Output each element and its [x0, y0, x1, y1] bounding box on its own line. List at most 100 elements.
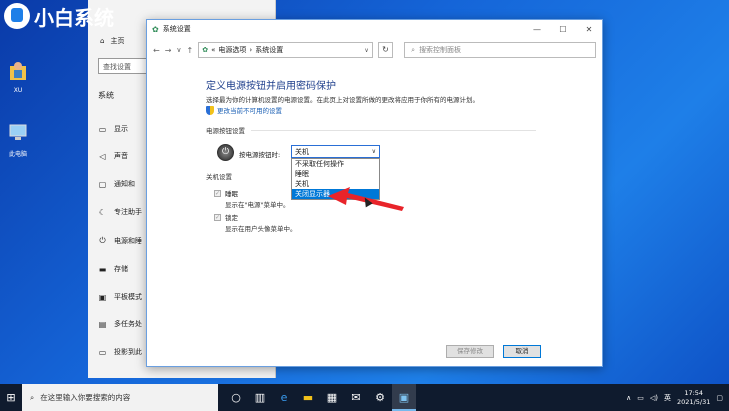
checkbox-icon: ✓ — [214, 189, 221, 197]
option-item[interactable]: 不采取任何操作 — [292, 159, 379, 169]
windows-start-icon[interactable]: ⊞ — [0, 384, 22, 411]
mail-icon[interactable]: ✉ — [344, 384, 368, 411]
task-view-icon[interactable]: ▥ — [248, 384, 272, 411]
section-heading: 电源按钮设置 — [206, 127, 245, 135]
search-icon: ⌕ — [411, 45, 416, 54]
watermark-text: 小白系统 — [34, 5, 114, 30]
clock-time: 17:54 — [684, 388, 704, 397]
clock-date: 2021/5/31 — [677, 397, 711, 406]
minimize-button[interactable]: — — [524, 25, 550, 34]
desktop-icon-computer[interactable]: 此电脑 — [0, 122, 36, 158]
sound-icon: ◁ — [99, 151, 106, 161]
section-divider — [251, 129, 536, 131]
cortana-icon[interactable]: ○ — [224, 384, 248, 411]
nav-item-label: 多任务处 — [114, 320, 142, 328]
clock[interactable]: 17:54 2021/5/31 — [677, 389, 710, 407]
nav-item-sound[interactable]: ◁ 声音 — [98, 151, 128, 161]
control-panel-icon: ✿ — [152, 24, 159, 34]
back-icon[interactable]: ← — [153, 46, 160, 55]
lock-checkbox[interactable]: ✓ 锁定 — [214, 212, 238, 222]
home-icon: ⌂ — [100, 37, 105, 45]
settings-gear-icon[interactable]: ⚙ — [368, 384, 392, 411]
checkbox-desc: 显示在用户头像菜单中。 — [225, 225, 297, 233]
cancel-button[interactable]: 取消 — [503, 345, 541, 358]
tablet-icon: ▣ — [98, 292, 107, 302]
nav-item-label: 投影到此 — [114, 348, 142, 356]
display-icon: ▭ — [98, 124, 107, 134]
power-button-select[interactable]: 关机 ∨ — [291, 145, 380, 158]
nav-item-focus-assist[interactable]: ☾ 专注助手 — [98, 207, 142, 217]
volume-icon[interactable]: ◁) — [650, 394, 658, 402]
settings-home[interactable]: ⌂ 主页 — [100, 36, 124, 46]
dialog-title: 系统设置 — [162, 25, 191, 33]
nav-item-power[interactable]: ⏻ 电源和睡 — [98, 236, 142, 246]
home-label: 主页 — [110, 37, 125, 45]
file-explorer-icon[interactable]: ▬ — [296, 384, 320, 411]
dialog-titlebar: ✿ 系统设置 — ☐ ✕ — [147, 20, 602, 38]
desktop-icon-label: 此电脑 — [8, 151, 27, 158]
multitask-icon: ▤ — [98, 319, 107, 329]
forward-icon[interactable]: → — [165, 46, 172, 55]
store-icon[interactable]: ▦ — [320, 384, 344, 411]
breadcrumb-item[interactable]: 电源选项 — [218, 45, 246, 55]
change-settings-label: 更改当前不可用的设置 — [217, 107, 282, 115]
control-panel-search[interactable]: ⌕ 搜索控制面板 — [404, 42, 596, 58]
nav-item-multitasking[interactable]: ▤ 多任务处 — [98, 319, 142, 329]
section-heading: 关机设置 — [206, 173, 232, 181]
up-folder-icon[interactable]: ↑ — [187, 46, 194, 55]
address-box[interactable]: ✿ « 电源选项 › 系统设置 ∨ — [198, 42, 373, 58]
taskbar-search-placeholder: 在这里输入你要搜索的内容 — [40, 393, 131, 402]
checkbox-label: 睡眠 — [225, 190, 238, 198]
change-settings-link[interactable]: 更改当前不可用的设置 — [206, 105, 282, 115]
chevron-down-icon[interactable]: ∨ — [361, 47, 371, 54]
nav-item-projecting[interactable]: ▭ 投影到此 — [98, 347, 142, 357]
desktop-icon-user[interactable]: XU — [0, 60, 36, 94]
shield-icon — [206, 105, 214, 115]
power-icon: ⏻ — [99, 236, 106, 245]
settings-section-title: 系统 — [98, 91, 114, 100]
power-icon: ⏻ — [217, 144, 234, 161]
checkbox-desc: 显示在"电源"菜单中。 — [225, 201, 290, 209]
taskbar: ⊞ ⌕ 在这里输入你要搜索的内容 ○ ▥ e ▬ ▦ ✉ ⚙ ▣ ∧ ▭ ◁) … — [0, 384, 729, 411]
refresh-button[interactable]: ↻ — [377, 42, 394, 58]
notification-icon: ▢ — [98, 179, 107, 189]
nav-item-display[interactable]: ▭ 显示 — [98, 124, 128, 134]
address-bar-row: ← → ∨ ↑ ✿ « 电源选项 › 系统设置 ∨ ↻ ⌕ 搜索控制面板 — [147, 38, 602, 62]
nav-item-label: 专注助手 — [114, 208, 142, 216]
notification-center-icon[interactable]: ▢ — [716, 394, 723, 402]
option-item[interactable]: 睡眠 — [292, 169, 379, 179]
up-icon[interactable]: ∨ — [176, 46, 181, 54]
close-button[interactable]: ✕ — [576, 25, 602, 34]
moon-icon: ☾ — [98, 207, 107, 217]
taskbar-search[interactable]: ⌕ 在这里输入你要搜索的内容 — [22, 384, 218, 411]
network-icon[interactable]: ▭ — [637, 394, 644, 402]
nav-item-tablet[interactable]: ▣ 平板模式 — [98, 292, 142, 302]
nav-item-notifications[interactable]: ▢ 通知和 — [98, 179, 135, 189]
sleep-checkbox[interactable]: ✓ 睡眠 — [214, 188, 238, 198]
storage-icon: ▬ — [98, 264, 107, 274]
nav-item-label: 电源和睡 — [114, 237, 142, 245]
search-icon: ⌕ — [30, 392, 35, 402]
save-button[interactable]: 保存修改 — [446, 345, 494, 358]
selected-value: 关机 — [295, 147, 309, 156]
input-language[interactable]: 英 — [664, 393, 671, 403]
checkbox-icon: ✓ — [214, 213, 221, 221]
page-description: 选择最为你的计算机设置的电源设置。在此页上对设置所做的更改将应用于你所有的电源计… — [206, 96, 479, 104]
user-folder-icon — [10, 62, 26, 80]
nav-item-storage[interactable]: ▬ 存储 — [98, 264, 128, 274]
nav-item-label: 声音 — [114, 152, 128, 160]
nav-item-label: 存储 — [114, 265, 128, 273]
watermark-logo: 小白系统 — [4, 2, 114, 30]
page-title: 定义电源按钮并启用密码保护 — [206, 81, 336, 92]
search-placeholder: 搜索控制面板 — [419, 46, 462, 54]
breadcrumb-item[interactable]: 系统设置 — [255, 45, 283, 55]
desktop-icon-label: XU — [13, 87, 23, 94]
checkbox-label: 锁定 — [225, 214, 238, 222]
edge-icon[interactable]: e — [272, 384, 296, 411]
chevron-up-icon[interactable]: ∧ — [626, 394, 631, 402]
nav-item-label: 通知和 — [114, 180, 135, 188]
breadcrumb-sep-icon: › — [249, 46, 253, 54]
control-panel-taskbar-icon[interactable]: ▣ — [392, 384, 416, 411]
maximize-button[interactable]: ☐ — [550, 25, 576, 34]
project-icon: ▭ — [98, 347, 107, 357]
